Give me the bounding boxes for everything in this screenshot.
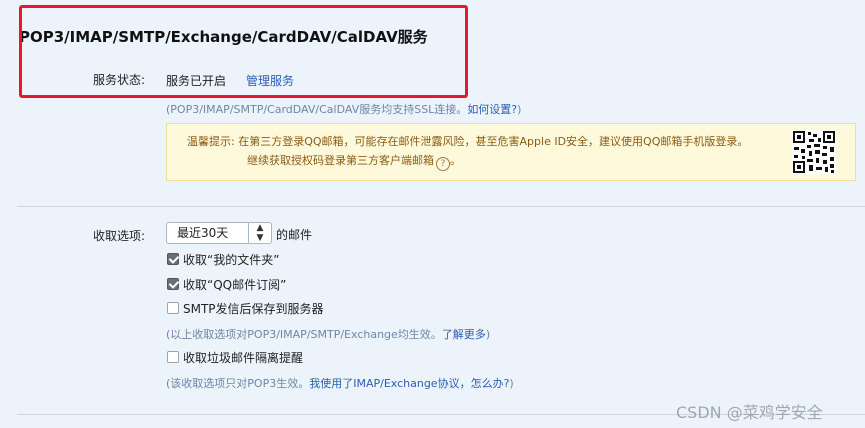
service-status-label: 服务状态: xyxy=(93,73,146,87)
tip-line-2-end: 。 xyxy=(450,154,461,167)
ssl-note-text: (POP3/IMAP/SMTP/CardDAV/CalDAV服务均支持SSL连接… xyxy=(166,103,468,116)
receive-range-value: 最近30天 xyxy=(177,226,229,240)
select-arrows-icon: ▲ ▼ xyxy=(248,223,271,243)
ssl-note-end: ) xyxy=(517,103,522,116)
receive-range-suffix: 的邮件 xyxy=(276,228,313,242)
option-spam-alert-label: 收取垃圾邮件隔离提醒 xyxy=(183,351,304,365)
receive-note-2: (该收取选项只对POP3生效。我使用了IMAP/Exchange协议，怎么办?) xyxy=(166,375,514,391)
option-smtp-save-label: SMTP发信后保存到服务器 xyxy=(183,302,324,316)
ssl-note: (POP3/IMAP/SMTP/CardDAV/CalDAV服务均支持SSL连接… xyxy=(166,101,521,117)
warm-tip-box: 温馨提示: 在第三方登录QQ邮箱，可能存在邮件泄露风险，甚至危害Apple ID… xyxy=(166,123,856,181)
checkbox-smtp-save[interactable] xyxy=(167,302,179,314)
receive-note-1-text: (以上收取选项对POP3/IMAP/SMTP/Exchange均生效。 xyxy=(166,328,442,341)
csdn-watermark: CSDN @菜鸡学安全 xyxy=(676,403,823,422)
tip-line-1: 温馨提示: 在第三方登录QQ邮箱，可能存在邮件泄露风险，甚至危害Apple ID… xyxy=(187,135,749,148)
receive-range-select[interactable]: 最近30天 ▲ ▼ xyxy=(166,222,272,244)
help-icon[interactable]: ? xyxy=(436,157,450,171)
service-status-value: 服务已开启 xyxy=(166,74,227,88)
receive-note-2-text: (该收取选项只对POP3生效。 xyxy=(166,377,310,390)
receive-note-2-end: ) xyxy=(509,377,514,390)
receive-note-1: (以上收取选项对POP3/IMAP/SMTP/Exchange均生效。了解更多) xyxy=(166,326,490,342)
checkbox-spam-alert[interactable] xyxy=(167,351,179,363)
section-divider xyxy=(17,206,865,207)
manage-service-link[interactable]: 管理服务 xyxy=(246,72,294,89)
learn-more-link[interactable]: 了解更多 xyxy=(442,328,486,341)
receive-options-label: 收取选项: xyxy=(93,229,146,243)
checkbox-qq-subscription[interactable] xyxy=(167,278,179,290)
ssl-setup-link[interactable]: 如何设置? xyxy=(467,103,517,116)
option-my-folders-label: 收取“我的文件夹” xyxy=(183,253,280,267)
tip-line-2: 继续获取授权码登录第三方客户端邮箱?。 xyxy=(247,151,461,171)
tip-line-2-text: 继续获取授权码登录第三方客户端邮箱 xyxy=(247,154,434,167)
option-qq-subscription-label: 收取“QQ邮件订阅” xyxy=(183,278,287,292)
highlight-box xyxy=(19,5,468,98)
receive-note-1-end: ) xyxy=(485,328,491,341)
checkbox-my-folders[interactable] xyxy=(167,253,179,265)
imap-exchange-help-link[interactable]: 我使用了IMAP/Exchange协议，怎么办? xyxy=(309,377,509,390)
qr-code-icon xyxy=(792,130,836,174)
